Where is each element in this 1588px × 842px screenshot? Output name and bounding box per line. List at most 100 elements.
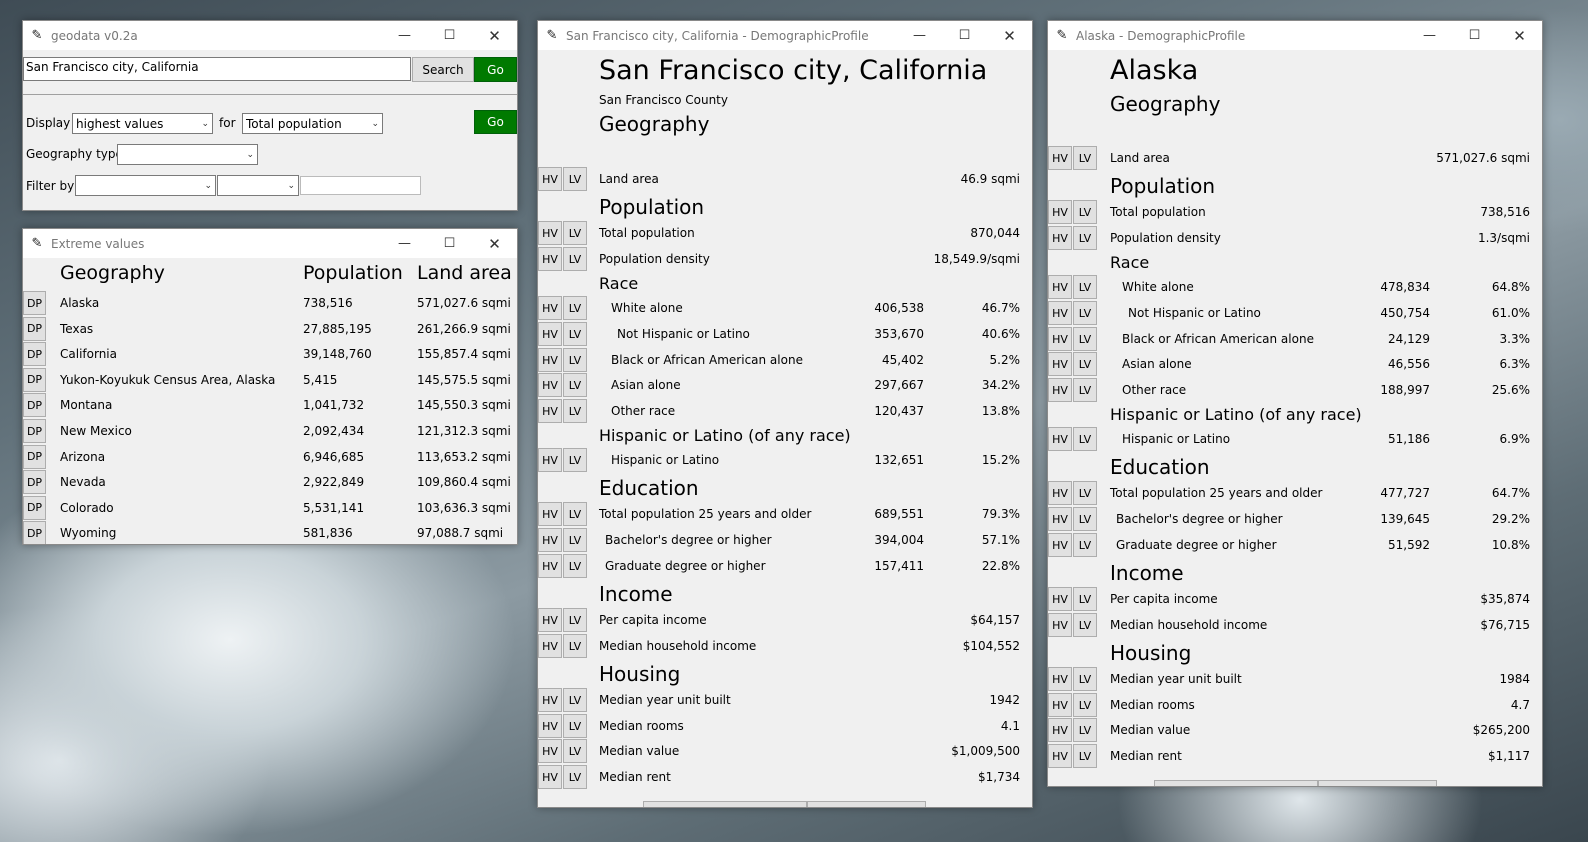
go-button[interactable]: Go (474, 57, 517, 82)
lowest-values-button[interactable]: LV (1073, 587, 1097, 611)
lowest-values-button[interactable]: LV (563, 554, 587, 578)
show-closest-geographies-button[interactable]: Show closest geographies (643, 801, 807, 807)
lowest-values-button[interactable]: LV (1073, 200, 1097, 224)
lowest-values-button[interactable]: LV (563, 167, 587, 191)
highest-values-button[interactable]: HV (1048, 507, 1072, 531)
variable-select[interactable]: Total population ⌄ (242, 113, 383, 134)
highest-values-button[interactable]: HV (1048, 327, 1072, 351)
close-button[interactable]: ✕ (1497, 21, 1542, 50)
dp-button[interactable]: DP (23, 495, 46, 520)
dp-button[interactable]: DP (23, 470, 46, 495)
lowest-values-button[interactable]: LV (1073, 533, 1097, 557)
lowest-values-button[interactable]: LV (1073, 352, 1097, 376)
highest-values-button[interactable]: HV (538, 373, 562, 397)
highest-values-button[interactable]: HV (1048, 481, 1072, 505)
highest-values-button[interactable]: HV (538, 765, 562, 789)
highest-values-button[interactable]: HV (1048, 378, 1072, 402)
lowest-values-button[interactable]: LV (563, 688, 587, 712)
highest-values-button[interactable]: HV (538, 554, 562, 578)
highest-values-button[interactable]: HV (538, 399, 562, 423)
lowest-values-button[interactable]: LV (1073, 275, 1097, 299)
dp-button[interactable]: DP (23, 367, 46, 392)
highest-values-button[interactable]: HV (538, 714, 562, 738)
highest-values-button[interactable]: HV (538, 221, 562, 245)
title-bar[interactable]: ✎ Extreme values — ☐ ✕ (23, 229, 517, 258)
maximize-button[interactable]: ☐ (427, 229, 472, 258)
display-go-button[interactable]: Go (474, 110, 517, 134)
dp-button[interactable]: DP (23, 393, 46, 418)
lowest-values-button[interactable]: LV (1073, 378, 1097, 402)
lowest-values-button[interactable]: LV (1073, 427, 1097, 451)
search-input[interactable]: San Francisco city, California (23, 57, 411, 81)
maximize-button[interactable]: ☐ (1452, 21, 1497, 50)
highest-values-button[interactable]: HV (1048, 693, 1072, 717)
dp-button[interactable]: DP (23, 444, 46, 469)
search-button[interactable]: Search (412, 57, 474, 82)
highest-values-button[interactable]: HV (538, 739, 562, 763)
close-button[interactable]: ✕ (987, 21, 1032, 50)
minimize-button[interactable]: — (1407, 21, 1452, 50)
lowest-values-button[interactable]: LV (563, 348, 587, 372)
title-bar[interactable]: ✎ geodata v0.2a — ☐ ✕ (23, 21, 517, 50)
lowest-values-button[interactable]: LV (563, 608, 587, 632)
geography-type-select[interactable]: ⌄ (117, 144, 258, 165)
lowest-values-button[interactable]: LV (563, 765, 587, 789)
lowest-values-button[interactable]: LV (563, 528, 587, 552)
lowest-values-button[interactable]: LV (563, 502, 587, 526)
lowest-values-button[interactable]: LV (1073, 693, 1097, 717)
close-button[interactable]: ✕ (472, 21, 517, 50)
highest-values-button[interactable]: HV (1048, 226, 1072, 250)
lowest-values-button[interactable]: LV (1073, 507, 1097, 531)
maximize-button[interactable]: ☐ (427, 21, 472, 50)
lowest-values-button[interactable]: LV (1073, 481, 1097, 505)
lowest-values-button[interactable]: LV (1073, 301, 1097, 325)
lowest-values-button[interactable]: LV (1073, 744, 1097, 768)
highest-values-button[interactable]: HV (538, 322, 562, 346)
highest-values-button[interactable]: HV (538, 296, 562, 320)
lowest-values-button[interactable]: LV (1073, 327, 1097, 351)
highest-values-button[interactable]: HV (1048, 352, 1072, 376)
highest-values-button[interactable]: HV (1048, 200, 1072, 224)
maximize-button[interactable]: ☐ (942, 21, 987, 50)
highest-values-button[interactable]: HV (538, 167, 562, 191)
highest-values-button[interactable]: HV (1048, 613, 1072, 637)
minimize-button[interactable]: — (382, 229, 427, 258)
highest-values-button[interactable]: HV (538, 448, 562, 472)
filter-value-input[interactable] (300, 176, 421, 195)
title-bar[interactable]: ✎ Alaska - DemographicProfile — ☐ ✕ (1048, 21, 1542, 50)
lowest-values-button[interactable]: LV (563, 739, 587, 763)
highest-values-button[interactable]: HV (538, 502, 562, 526)
highest-values-button[interactable]: HV (1048, 533, 1072, 557)
highest-values-button[interactable]: HV (538, 634, 562, 658)
lowest-values-button[interactable]: LV (1073, 667, 1097, 691)
lowest-values-button[interactable]: LV (563, 448, 587, 472)
filter-operator-select[interactable]: ⌄ (217, 175, 299, 196)
close-button[interactable]: ✕ (472, 229, 517, 258)
highest-values-button[interactable]: HV (1048, 718, 1072, 742)
highest-values-button[interactable]: HV (538, 348, 562, 372)
lowest-values-button[interactable]: LV (1073, 226, 1097, 250)
lowest-values-button[interactable]: LV (563, 221, 587, 245)
filter-variable-select[interactable]: ⌄ (75, 175, 216, 196)
dp-button[interactable]: DP (23, 291, 46, 315)
show-geovectors-button[interactable]: Show GeoVectors (807, 801, 926, 807)
dp-button[interactable]: DP (23, 419, 46, 443)
title-bar[interactable]: ✎ San Francisco city, California - Demog… (538, 21, 1032, 50)
lowest-values-button[interactable]: LV (1073, 718, 1097, 742)
highest-values-button[interactable]: HV (1048, 667, 1072, 691)
dp-button[interactable]: DP (23, 521, 46, 544)
highest-values-button[interactable]: HV (538, 247, 562, 271)
highest-values-button[interactable]: HV (538, 608, 562, 632)
lowest-values-button[interactable]: LV (563, 247, 587, 271)
highest-values-button[interactable]: HV (1048, 301, 1072, 325)
show-closest-geographies-button[interactable]: Show closest geographies (1154, 780, 1318, 786)
highest-values-button[interactable]: HV (1048, 427, 1072, 451)
lowest-values-button[interactable]: LV (563, 296, 587, 320)
minimize-button[interactable]: — (897, 21, 942, 50)
lowest-values-button[interactable]: LV (1073, 146, 1097, 170)
highest-values-button[interactable]: HV (1048, 587, 1072, 611)
dp-button[interactable]: DP (23, 342, 46, 367)
highest-values-button[interactable]: HV (1048, 744, 1072, 768)
highest-values-button[interactable]: HV (1048, 275, 1072, 299)
highest-values-button[interactable]: HV (538, 528, 562, 552)
